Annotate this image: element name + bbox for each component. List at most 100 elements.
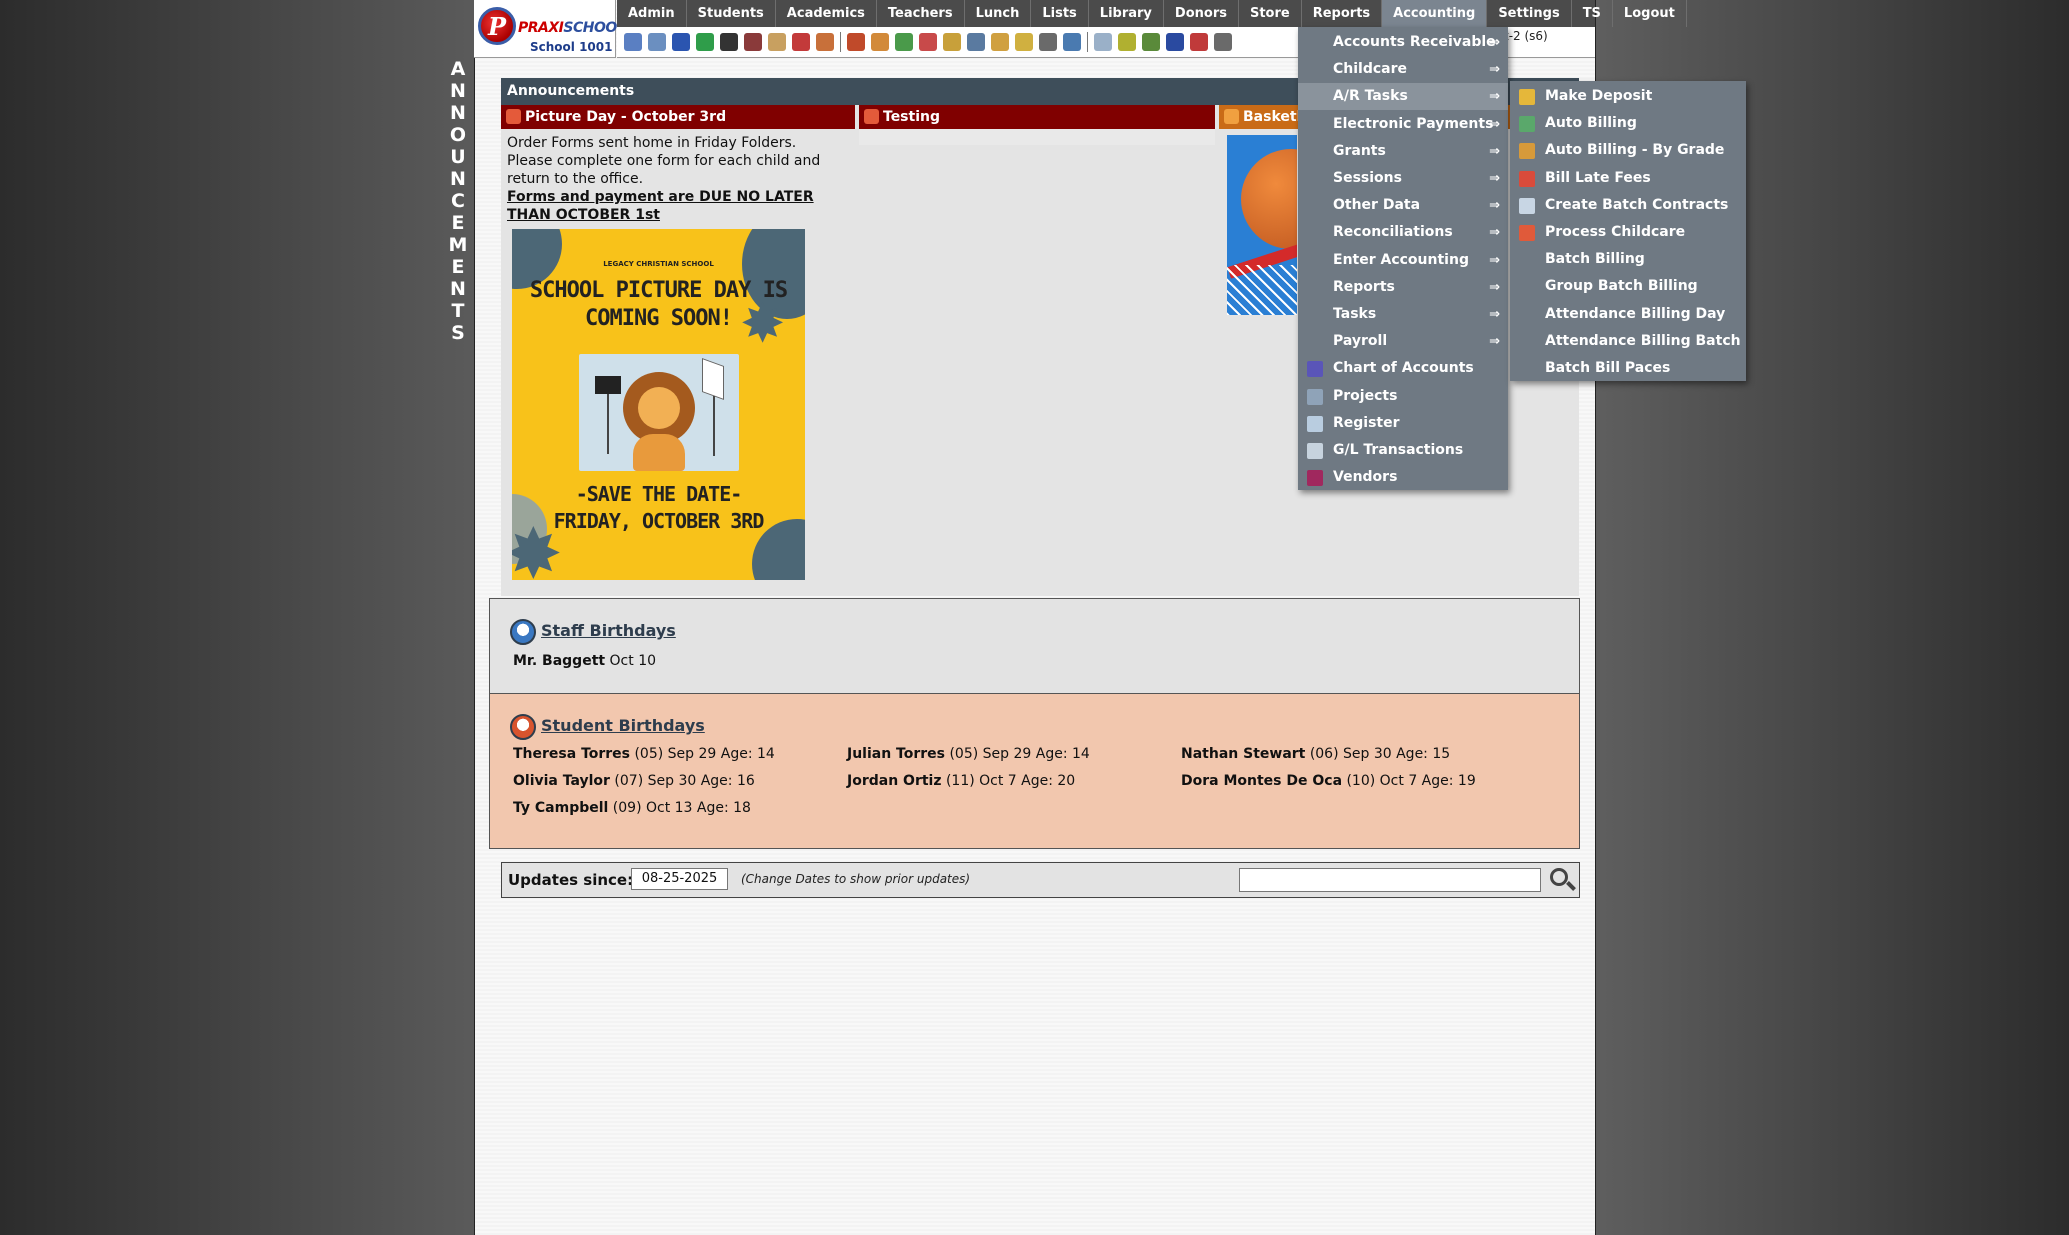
light-stand <box>713 396 715 456</box>
birthday-icon <box>510 619 536 645</box>
people-icon[interactable] <box>919 33 937 51</box>
menu-item-payroll[interactable]: Payroll ⇒ <box>1298 328 1508 355</box>
ap-icon[interactable] <box>1166 33 1184 51</box>
menu-item-other-data[interactable]: Other Data ⇒ <box>1298 192 1508 219</box>
menu-academics[interactable]: Academics <box>776 0 877 27</box>
student-birthday-entry: Theresa Torres (05) Sep 29 Age: 14 <box>513 746 847 762</box>
speaker-icon[interactable] <box>744 33 762 51</box>
menu-lists[interactable]: Lists <box>1031 0 1089 27</box>
menu-item-label: Payroll <box>1333 333 1388 350</box>
menu-admin[interactable]: Admin <box>617 0 687 27</box>
menu-item-icon <box>1519 116 1535 133</box>
menu-item-reports[interactable]: Reports ⇒ <box>1298 274 1508 301</box>
announcement-title[interactable]: Testing <box>859 105 1215 129</box>
menu-item-make-deposit[interactable]: Make Deposit <box>1510 83 1746 110</box>
message-icon[interactable] <box>696 33 714 51</box>
money-icon[interactable] <box>895 33 913 51</box>
menu-item-group-batch-billing[interactable]: Group Batch Billing <box>1510 273 1746 300</box>
menu-item-label: Attendance Billing Day <box>1545 305 1726 322</box>
menu-teachers[interactable]: Teachers <box>877 0 965 27</box>
menu-item-projects[interactable]: Projects <box>1298 383 1508 410</box>
menu-students[interactable]: Students <box>687 0 776 27</box>
basketball-image <box>1227 135 1297 315</box>
staff-birthdays-panel: Staff Birthdays Mr. Baggett Oct 10 <box>489 598 1580 694</box>
search-icon[interactable] <box>624 33 642 51</box>
menu-item-register[interactable]: Register <box>1298 410 1508 437</box>
menu-accounting[interactable]: Accounting <box>1382 0 1488 27</box>
clock-icon[interactable] <box>1063 33 1081 51</box>
email-icon[interactable] <box>672 33 690 51</box>
menu-item-auto-billing[interactable]: Auto Billing <box>1510 110 1746 137</box>
announcement-icon <box>864 109 879 124</box>
menu-ts[interactable]: TS <box>1572 0 1613 27</box>
register-icon[interactable] <box>1214 33 1232 51</box>
menu-item-chart-of-accounts[interactable]: Chart of Accounts <box>1298 355 1508 382</box>
phone-icon[interactable] <box>720 33 738 51</box>
student-name: Nathan Stewart <box>1181 746 1306 762</box>
search-icon[interactable] <box>1548 866 1576 894</box>
menu-reports[interactable]: Reports <box>1302 0 1383 27</box>
student-group-icon[interactable] <box>871 33 889 51</box>
lion-body <box>633 434 685 471</box>
menu-item-label: Create Batch Contracts <box>1545 196 1729 213</box>
menu-item-bill-late-fees[interactable]: Bill Late Fees <box>1510 165 1746 192</box>
staff-birthdays-link[interactable]: Staff Birthdays <box>510 619 676 645</box>
menu-logout[interactable]: Logout <box>1613 0 1687 27</box>
menu-settings[interactable]: Settings <box>1487 0 1572 27</box>
lunch-icon[interactable] <box>943 33 961 51</box>
grid-icon[interactable] <box>648 33 666 51</box>
menu-library[interactable]: Library <box>1089 0 1164 27</box>
menu-store[interactable]: Store <box>1239 0 1302 27</box>
menu-item-vendors[interactable]: Vendors <box>1298 464 1508 491</box>
menu-item-electronic-payments[interactable]: Electronic Payments ⇒ <box>1298 111 1508 138</box>
menu-item-batch-bill-paces[interactable]: Batch Bill Paces <box>1510 355 1746 382</box>
pdf-icon[interactable] <box>1190 33 1208 51</box>
announcement-title[interactable]: Picture Day - October 3rd <box>501 105 855 129</box>
arrow-icon[interactable] <box>1015 33 1033 51</box>
book-icon[interactable] <box>967 33 985 51</box>
menu-item-attendance-billing-batch[interactable]: Attendance Billing Batch <box>1510 328 1746 355</box>
menu-item-a-r-tasks[interactable]: A/R Tasks ⇒ <box>1298 83 1508 111</box>
studio-light <box>702 357 724 401</box>
menu-item-icon <box>1307 361 1323 378</box>
menu-lunch[interactable]: Lunch <box>965 0 1032 27</box>
table-icon[interactable] <box>1094 33 1112 51</box>
window-icon[interactable] <box>768 33 786 51</box>
menu-item-create-batch-contracts[interactable]: Create Batch Contracts <box>1510 192 1746 219</box>
logo-brand-text: PRAXISCHOOL <box>518 20 626 36</box>
vertical-letter: A <box>450 58 466 80</box>
vertical-letter: N <box>450 168 466 190</box>
megaphone-icon[interactable] <box>816 33 834 51</box>
card-icon[interactable] <box>1118 33 1136 51</box>
menu-item-accounts-receivable[interactable]: Accounts Receivable ⇒ <box>1298 29 1508 56</box>
student-birthdays-link[interactable]: Student Birthdays <box>510 714 705 740</box>
menu-item-grants[interactable]: Grants ⇒ <box>1298 138 1508 165</box>
menu-donors[interactable]: Donors <box>1164 0 1239 27</box>
menu-item-attendance-billing-day[interactable]: Attendance Billing Day <box>1510 301 1746 328</box>
menu-item-label: Electronic Payments <box>1333 115 1494 132</box>
praxischool-logo[interactable]: P PRAXISCHOOL School 1001 <box>474 0 626 58</box>
picture-day-poster: ✸ ✸ LEGACY CHRISTIAN SCHOOL SCHOOL PICTU… <box>512 229 805 580</box>
updates-date-input[interactable]: 08-25-2025 <box>631 868 728 890</box>
teacher-icon[interactable] <box>1039 33 1057 51</box>
school-name: School 1001 <box>530 40 613 54</box>
broom-icon[interactable] <box>991 33 1009 51</box>
printer-icon[interactable] <box>1142 33 1160 51</box>
menu-item-process-childcare[interactable]: Process Childcare <box>1510 219 1746 246</box>
announcement-icon <box>1224 109 1239 124</box>
menu-item-sessions[interactable]: Sessions ⇒ <box>1298 165 1508 192</box>
calendar-icon[interactable] <box>792 33 810 51</box>
submenu-arrow-icon: ⇒ <box>1489 307 1500 322</box>
menu-item-childcare[interactable]: Childcare ⇒ <box>1298 56 1508 83</box>
search-input[interactable] <box>1239 868 1541 892</box>
student-icon[interactable] <box>847 33 865 51</box>
menu-item-tasks[interactable]: Tasks ⇒ <box>1298 301 1508 328</box>
student-birthday-detail: (10) Oct 7 Age: 19 <box>1346 773 1476 789</box>
menu-item-g-l-transactions[interactable]: G/L Transactions <box>1298 437 1508 464</box>
announcement-picture-day: Picture Day - October 3rd Order Forms se… <box>501 105 855 596</box>
menu-item-label: Make Deposit <box>1545 88 1653 104</box>
menu-item-auto-billing-by-grade[interactable]: Auto Billing - By Grade <box>1510 137 1746 164</box>
menu-item-enter-accounting[interactable]: Enter Accounting ⇒ <box>1298 247 1508 274</box>
menu-item-batch-billing[interactable]: Batch Billing <box>1510 246 1746 273</box>
menu-item-reconciliations[interactable]: Reconciliations ⇒ <box>1298 219 1508 246</box>
